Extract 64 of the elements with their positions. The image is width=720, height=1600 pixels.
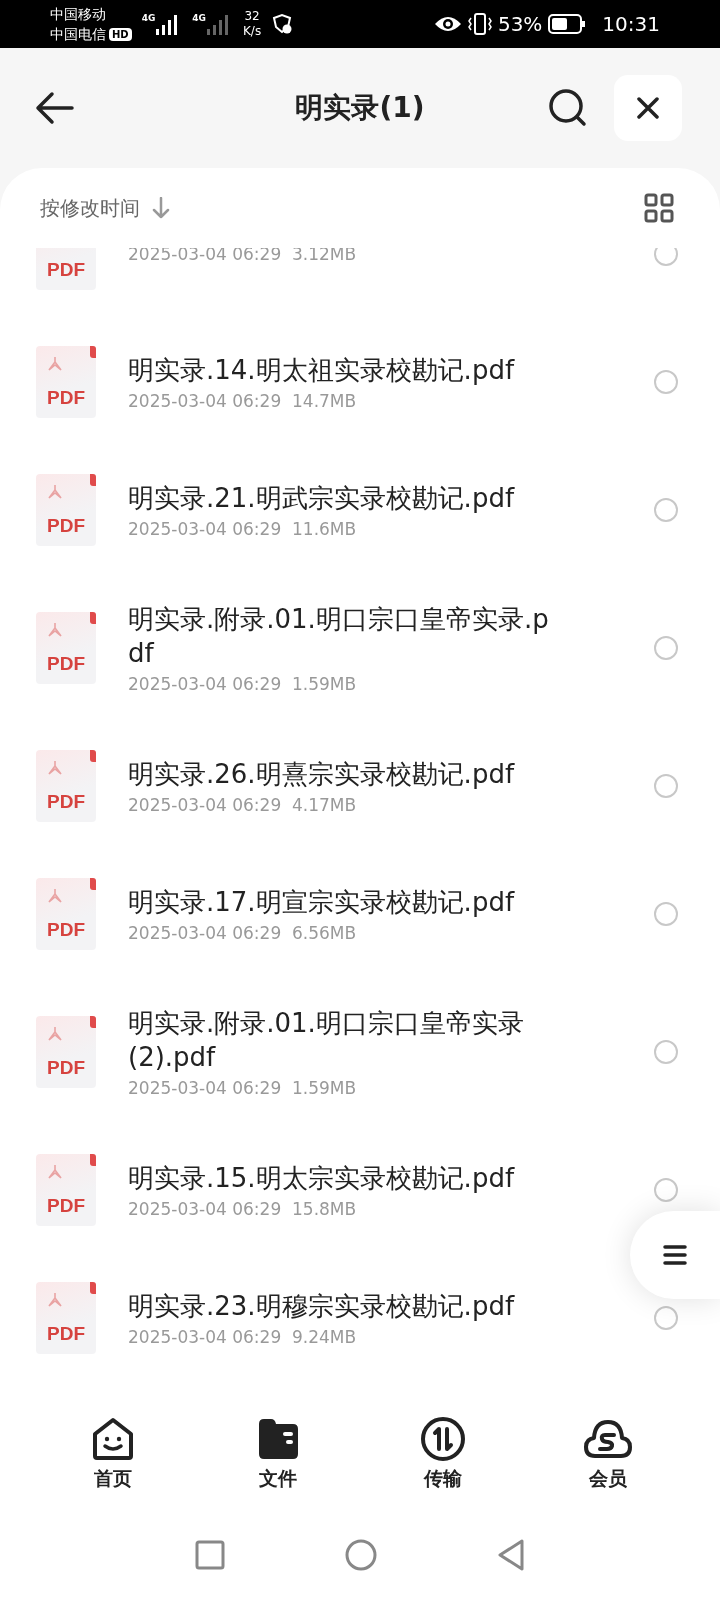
file-details: 2025-03-04 06:29 1.59MB [128,1078,358,1098]
search-icon[interactable] [548,88,588,128]
file-details: 2025-03-04 06:29 9.24MB [128,1327,358,1347]
select-radio[interactable] [654,902,678,926]
pdf-file-icon: PDF [36,750,96,822]
carrier-name: 中国电信 [50,25,106,44]
file-details: 2025-03-04 06:29 4.17MB [128,795,358,815]
pdf-file-icon: PDF [36,474,96,546]
hd-badge: HD [109,27,132,41]
pdf-file-icon: PDF [36,248,96,290]
file-details: 2025-03-04 06:29 6.56MB [128,923,358,943]
battery-icon [548,14,587,34]
carrier-name: 中国移动 [50,5,107,24]
pdf-file-icon: PDF [36,1016,96,1088]
network-type: 4G [192,13,206,23]
recents-icon[interactable] [195,1540,225,1570]
pdf-file-icon: PDF [36,346,96,418]
eye-icon [433,15,462,33]
back-icon[interactable] [34,91,74,125]
nav-tab[interactable]: 文件 [227,1416,328,1492]
select-radio[interactable] [654,1040,678,1064]
file-details: 2025-03-04 06:29 1.59MB [128,674,358,694]
nav-tab[interactable]: 会员 [557,1416,658,1492]
nav-tab[interactable]: 传输 [392,1416,493,1492]
select-radio[interactable] [654,1306,678,1330]
file-details: 2025-03-04 06:29 15.8MB [128,1199,358,1219]
select-radio[interactable] [654,248,678,266]
sort-button[interactable]: 按修改时间 [40,194,170,222]
arrow-down-icon [152,197,170,219]
file-name: 明实录.17.明宣宗实录校勘记.pdf [128,886,516,919]
file-name: 明实录.附录.01.明口宗口皇帝实录 (2).pdf [128,1007,525,1074]
file-name: 明实录.26.明熹宗实录校勘记.pdf [128,758,516,791]
battery-percent: 53% [497,12,543,36]
file-name: 明实录.附录.01.明口宗口皇帝实录.pdf [128,603,550,670]
select-radio[interactable] [654,370,678,394]
clock: 10:31 [602,12,660,36]
pdf-file-icon: PDF [36,612,96,684]
speed-value: 32 [244,9,260,24]
speed-unit: K/s [243,24,262,39]
home-icon[interactable] [345,1539,377,1571]
select-radio[interactable] [654,1178,678,1202]
pdf-file-icon: PDF [36,1282,96,1354]
file-details: 2025-03-04 06:29 11.6MB [128,519,358,539]
page-title: 明实录(1) [295,90,425,126]
network-type: 4G [141,13,156,23]
select-radio[interactable] [654,774,678,798]
grid-view-icon[interactable] [644,193,674,223]
shield-icon [271,13,294,35]
file-name: 明实录.14.明太祖实录校勘记.pdf [128,354,516,387]
file-name: 明实录.23.明穆宗实录校勘记.pdf [128,1290,516,1323]
file-name: 明实录.21.明武宗实录校勘记.pdf [128,482,516,515]
select-radio[interactable] [654,636,678,660]
menu-icon [663,1244,687,1266]
select-radio[interactable] [654,498,678,522]
vibrate-icon [467,12,492,36]
file-details: 2025-03-04 06:29 3.12MB [128,248,358,264]
menu-button[interactable] [630,1211,720,1299]
close-icon [637,97,659,119]
file-details: 2025-03-04 06:29 14.7MB [128,391,358,411]
nav-tab[interactable]: 首页 [62,1416,163,1492]
pdf-file-icon: PDF [36,1154,96,1226]
pdf-file-icon: PDF [36,878,96,950]
file-name: 明实录.15.明太宗实录校勘记.pdf [128,1162,516,1195]
close-button[interactable] [614,75,682,141]
